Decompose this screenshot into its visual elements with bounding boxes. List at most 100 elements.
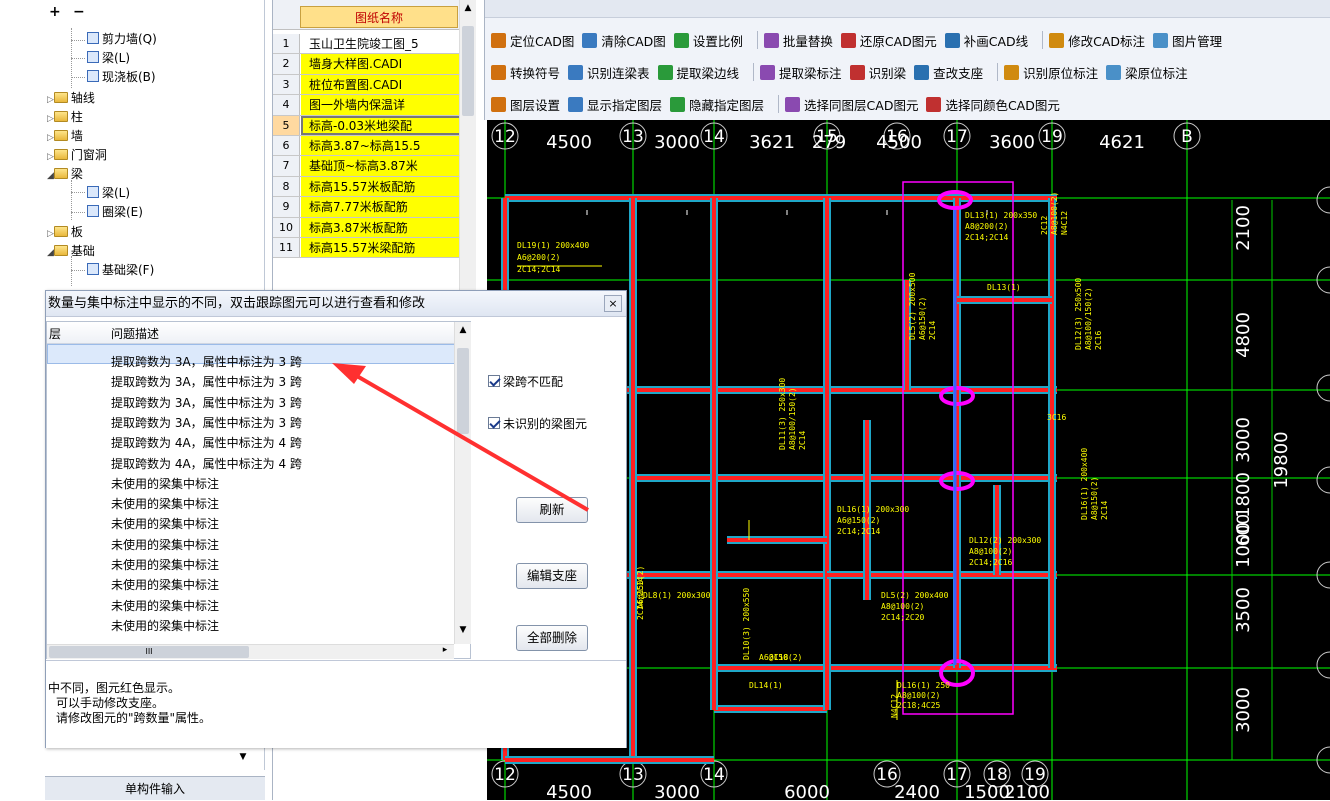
problem-row[interactable]: 未使用的梁集中标注: [111, 494, 219, 514]
problem-row[interactable]: 未使用的梁集中标注: [111, 575, 219, 595]
toolbar-button[interactable]: 隐藏指定图层: [670, 95, 764, 114]
problem-list-hscroll[interactable]: III ▸: [47, 644, 454, 659]
scroll-down-icon[interactable]: ▼: [457, 625, 469, 635]
scroll-thumb[interactable]: [462, 26, 474, 116]
drawing-row-name[interactable]: 标高7.77米板配筋: [301, 197, 461, 217]
toolbar-button[interactable]: 还原CAD图元: [840, 31, 937, 50]
problem-row[interactable]: 未使用的梁集中标注: [111, 535, 219, 555]
drawing-row-name[interactable]: 标高-0.03米地梁配: [301, 115, 461, 135]
problem-row[interactable]: 提取跨数为 3A，属性中标注为 3 跨: [111, 393, 302, 413]
checkbox-checked-icon[interactable]: [488, 417, 500, 429]
drawing-row[interactable]: 6 标高3.87~标高15.5: [273, 136, 461, 157]
toolbar-button[interactable]: 提取梁标注: [760, 63, 842, 82]
problem-list-vscroll[interactable]: ▲ ▼: [454, 322, 471, 644]
edit-support-button[interactable]: 编辑支座: [516, 563, 588, 589]
tree-folder-foundation[interactable]: ◢ 基础: [47, 242, 95, 260]
collapse-arrow-icon[interactable]: ◢: [47, 248, 54, 258]
toolbar-button[interactable]: 查改支座: [914, 63, 983, 82]
drawing-row[interactable]: 11 标高15.57米梁配筋: [273, 238, 461, 259]
toolbar-button[interactable]: 补画CAD线: [944, 31, 1028, 50]
tree-item-beam[interactable]: 梁(L): [87, 49, 130, 67]
expand-arrow-icon[interactable]: ▷: [47, 95, 54, 105]
scroll-thumb[interactable]: [457, 348, 469, 434]
drawing-list-scrollbar[interactable]: ▲: [459, 0, 476, 290]
toolbar-button[interactable]: 选择同颜色CAD图元: [926, 95, 1060, 114]
drawing-row[interactable]: 9 标高7.77米板配筋: [273, 197, 461, 218]
tree-folder-column[interactable]: ▷ 柱: [47, 108, 83, 126]
toolbar-button[interactable]: 选择同图层CAD图元: [785, 95, 918, 114]
toolbar-button[interactable]: 清除CAD图: [582, 31, 666, 50]
tree-folder-axis[interactable]: ▷ 轴线: [47, 89, 95, 107]
tree-item-shear-wall[interactable]: 剪力墙(Q): [87, 30, 157, 48]
column-header-layer[interactable]: 层: [49, 325, 61, 342]
drawing-row-name[interactable]: 基础顶~标高3.87米: [301, 156, 461, 176]
expand-all-icon[interactable]: +: [49, 4, 61, 20]
drawing-row[interactable]: 5 标高-0.03米地梁配: [273, 115, 461, 136]
toolbar-button[interactable]: 图片管理: [1153, 31, 1222, 50]
drawing-row[interactable]: 10 标高3.87米板配筋: [273, 217, 461, 238]
problem-row[interactable]: 未使用的梁集中标注: [111, 596, 219, 616]
problem-row[interactable]: 提取跨数为 4A，属性中标注为 4 跨: [111, 433, 302, 453]
tree-folder-beam[interactable]: ◢ 梁: [47, 165, 83, 183]
expand-arrow-icon[interactable]: ▷: [47, 133, 54, 143]
drawing-row[interactable]: 7 基础顶~标高3.87米: [273, 156, 461, 177]
toolbar-button[interactable]: 修改CAD标注: [1049, 31, 1145, 50]
checkbox-checked-icon[interactable]: [488, 375, 500, 387]
drawing-row-name[interactable]: 标高3.87米板配筋: [301, 217, 461, 237]
toolbar-button[interactable]: 提取梁边线: [657, 63, 739, 82]
problem-row[interactable]: 未使用的梁集中标注: [111, 555, 219, 575]
drawing-row-name[interactable]: 图一外墙内保温详: [301, 95, 461, 115]
expand-arrow-icon[interactable]: ▷: [47, 114, 54, 124]
expand-arrow-icon[interactable]: ▷: [47, 229, 54, 239]
scroll-thumb[interactable]: III: [49, 646, 249, 658]
toolbar-button[interactable]: 图层设置: [491, 95, 560, 114]
problem-row[interactable]: 未使用的梁集中标注: [111, 616, 219, 636]
scroll-right-icon[interactable]: ▸: [439, 645, 451, 655]
toolbar-button[interactable]: 显示指定图层: [568, 95, 662, 114]
problem-row[interactable]: 提取跨数为 4A，属性中标注为 4 跨: [111, 454, 302, 474]
tree-item-beam-l[interactable]: 梁(L): [87, 184, 130, 202]
drawing-row-name[interactable]: 墙身大样图.CADI: [301, 54, 461, 74]
drawing-row[interactable]: 1 玉山卫生院竣工图_5: [273, 34, 461, 55]
column-header-description[interactable]: 问题描述: [111, 325, 159, 342]
tree-item-foundation-beam[interactable]: 基础梁(F): [87, 261, 154, 279]
close-icon[interactable]: ×: [604, 295, 622, 312]
expand-arrow-icon[interactable]: ▷: [47, 152, 54, 162]
toolbar-button[interactable]: 识别连梁表: [568, 63, 650, 82]
tree-folder-openings[interactable]: ▷ 门窗洞: [47, 146, 107, 164]
toolbar-button[interactable]: 识别梁: [849, 63, 906, 82]
drawing-row-name[interactable]: 标高15.57米梁配筋: [301, 238, 461, 258]
toolbar-button[interactable]: 定位CAD图: [491, 31, 574, 50]
collapse-all-icon[interactable]: −: [73, 4, 85, 20]
refresh-button[interactable]: 刷新: [516, 497, 588, 523]
tree-item-slab[interactable]: 现浇板(B): [87, 68, 156, 86]
delete-all-button[interactable]: 全部删除: [516, 625, 588, 651]
drawing-row-name[interactable]: 桩位布置图.CADI: [301, 74, 461, 95]
toolbar-button[interactable]: 识别原位标注: [1004, 63, 1098, 82]
toolbar-button[interactable]: 梁原位标注: [1106, 63, 1188, 82]
drawing-row[interactable]: 2 墙身大样图.CADI: [273, 54, 461, 75]
toolbar-button[interactable]: 批量替换: [763, 31, 833, 50]
drawing-row[interactable]: 3 桩位布置图.CADI: [273, 74, 461, 96]
tree-folder-wall[interactable]: ▷ 墙: [47, 127, 83, 145]
problem-row[interactable]: 未使用的梁集中标注: [111, 514, 219, 534]
drawing-row-name[interactable]: 标高15.57米板配筋: [301, 176, 461, 197]
single-component-input-tab[interactable]: 单构件输入: [45, 776, 265, 800]
collapse-arrow-icon[interactable]: ◢: [47, 171, 54, 181]
drawing-row-name[interactable]: 标高3.87~标高15.5: [301, 136, 461, 156]
drawing-row[interactable]: 8 标高15.57米板配筋: [273, 176, 461, 198]
scroll-up-icon[interactable]: ▲: [462, 3, 474, 13]
drawing-row-name[interactable]: 玉山卫生院竣工图_5: [301, 34, 461, 54]
problem-row[interactable]: 提取跨数为 3A，属性中标注为 3 跨: [111, 352, 302, 372]
toolbar-button[interactable]: 转换符号: [491, 63, 560, 82]
scroll-down-icon[interactable]: ▼: [235, 752, 251, 766]
unrecognized-beam-checkbox[interactable]: 未识别的梁图元: [488, 415, 587, 433]
tree-folder-slab[interactable]: ▷ 板: [47, 223, 83, 241]
tree-item-ring-beam[interactable]: 圈梁(E): [87, 203, 143, 221]
scroll-up-icon[interactable]: ▲: [457, 325, 469, 335]
toolbar-button[interactable]: 设置比例: [673, 31, 743, 50]
problem-row[interactable]: 提取跨数为 3A，属性中标注为 3 跨: [111, 413, 302, 433]
span-mismatch-checkbox[interactable]: 梁跨不匹配: [488, 373, 563, 391]
drawing-name-column-header[interactable]: 图纸名称: [300, 6, 458, 28]
drawing-row[interactable]: 4 图一外墙内保温详: [273, 95, 461, 116]
